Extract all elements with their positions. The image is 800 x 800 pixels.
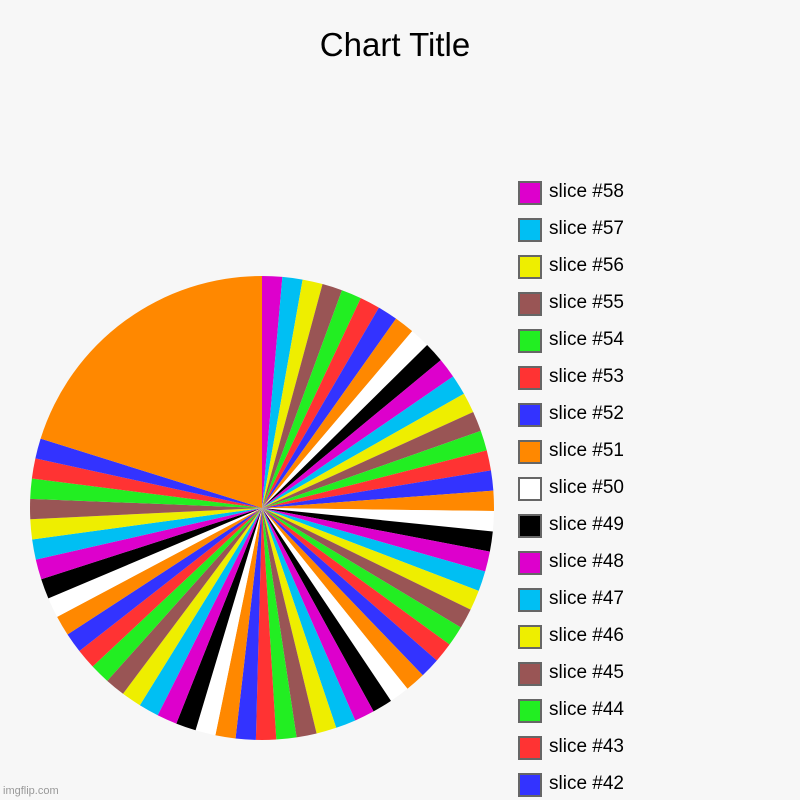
pie-chart	[30, 276, 494, 740]
legend-label: slice #43	[549, 736, 624, 757]
legend-swatch	[518, 366, 542, 390]
legend-swatch	[518, 662, 542, 686]
legend-swatch	[518, 181, 542, 205]
legend-swatch	[518, 218, 542, 242]
watermark: imgflip.com	[3, 785, 59, 797]
legend-swatch	[518, 514, 542, 538]
legend-swatch	[518, 736, 542, 760]
legend-label: slice #57	[549, 218, 624, 239]
legend-label: slice #49	[549, 514, 624, 535]
legend-label: slice #46	[549, 625, 624, 646]
legend-label: slice #52	[549, 403, 624, 424]
legend-label: slice #51	[549, 440, 624, 461]
legend-label: slice #47	[549, 588, 624, 609]
legend-label: slice #53	[549, 366, 624, 387]
legend-swatch	[518, 477, 542, 501]
legend-swatch	[518, 588, 542, 612]
legend-label: slice #44	[549, 699, 624, 720]
legend-swatch	[518, 773, 542, 797]
legend-label: slice #50	[549, 477, 624, 498]
legend-swatch	[518, 403, 542, 427]
legend-label: slice #56	[549, 255, 624, 276]
legend-label: slice #48	[549, 551, 624, 572]
legend-label: slice #42	[549, 773, 624, 794]
legend-swatch	[518, 292, 542, 316]
legend-label: slice #55	[549, 292, 624, 313]
legend-label: slice #45	[549, 662, 624, 683]
legend-swatch	[518, 440, 542, 464]
legend-swatch	[518, 255, 542, 279]
legend-swatch	[518, 551, 542, 575]
legend-swatch	[518, 329, 542, 353]
legend-swatch	[518, 699, 542, 723]
legend-label: slice #58	[549, 181, 624, 202]
legend-swatch	[518, 625, 542, 649]
legend-label: slice #54	[549, 329, 624, 350]
